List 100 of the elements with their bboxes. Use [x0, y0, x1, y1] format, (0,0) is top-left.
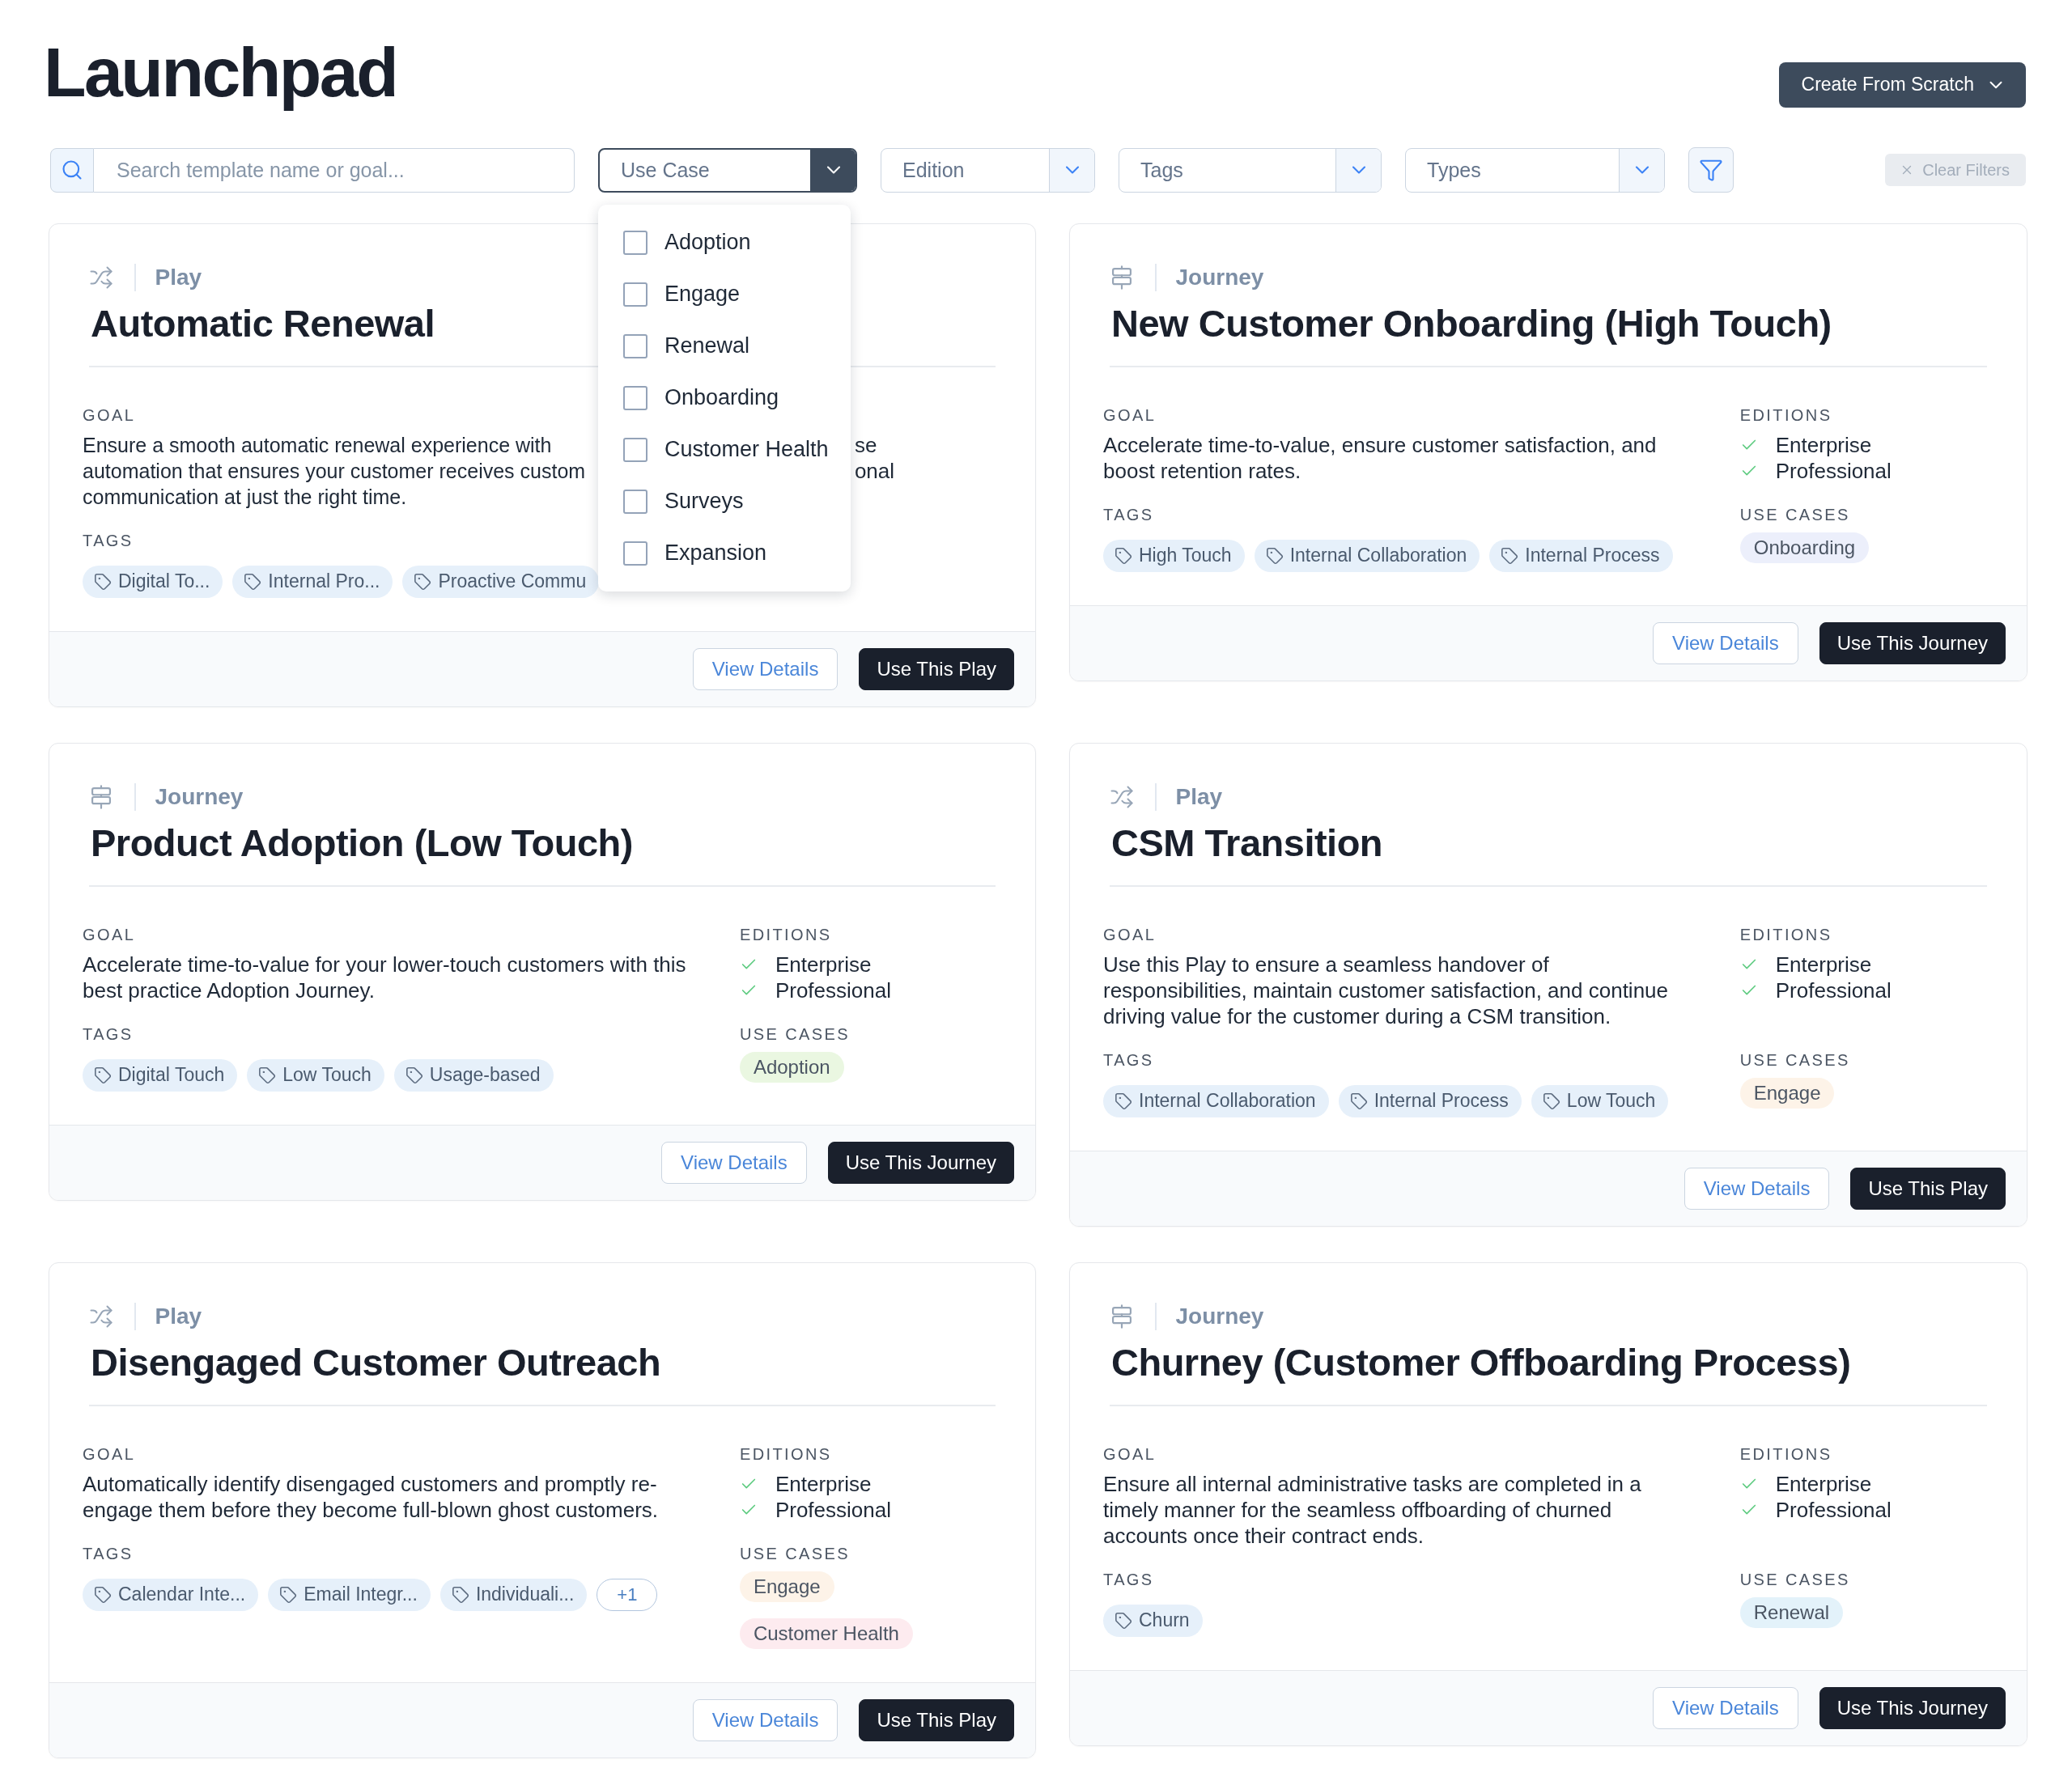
section-label: EDITIONS	[1739, 1444, 1832, 1464]
tag-icon	[451, 1585, 469, 1604]
tag-icon	[94, 1066, 112, 1084]
tag-label: Proactive Commu	[438, 570, 587, 593]
checkbox[interactable]	[623, 437, 648, 462]
filter-button[interactable]	[1688, 147, 1734, 193]
checkbox[interactable]	[623, 489, 648, 514]
section-label: GOAL	[83, 405, 136, 425]
shuffle-icon	[89, 265, 113, 290]
checkbox[interactable]	[623, 385, 648, 410]
more-count[interactable]: +1	[597, 1578, 658, 1611]
tag-label: Internal Pro...	[268, 570, 380, 593]
edition-name: Enterprise	[775, 1470, 872, 1497]
card-title: Disengaged Customer Outreach	[91, 1339, 661, 1385]
section-label: USE CASES	[1739, 1569, 1850, 1589]
checkbox[interactable]	[623, 282, 648, 307]
tag-icon	[244, 572, 262, 591]
tag-icon	[1349, 1092, 1368, 1110]
use-case-chip: Engage	[739, 1571, 834, 1602]
tag-label: Individuali...	[475, 1584, 575, 1606]
goal-text: Ensure all internal administrative tasks are completed in a timely manner for the seamless offboarding of churned accounts once their contract ends.	[1103, 1470, 1642, 1549]
menu-option[interactable]: Renewal	[598, 320, 851, 372]
edition-name: Enterprise	[1775, 1470, 1872, 1497]
section-label: USE CASES	[1739, 1049, 1850, 1070]
menu-option[interactable]: Onboarding	[598, 371, 851, 424]
tag-label: Low Touch	[282, 1064, 372, 1087]
tag-label: Calendar Inte...	[118, 1584, 246, 1606]
filter-select[interactable]: Edition	[881, 147, 1095, 193]
filter-select[interactable]: Use Case	[598, 147, 857, 193]
signpost-icon	[1110, 265, 1134, 290]
section-label: EDITIONS	[739, 1444, 832, 1464]
edition-name: Professional	[1775, 977, 1892, 1003]
tag-label: Email Integr...	[304, 1584, 418, 1606]
signpost-icon	[1110, 1304, 1134, 1329]
use-case-chip: Adoption	[739, 1051, 844, 1083]
section-label: TAGS	[83, 1543, 134, 1563]
page-title: Launchpad	[44, 32, 398, 112]
filter-select[interactable]: Tags	[1119, 147, 1382, 193]
tag-icon	[94, 1585, 112, 1604]
section-label: TAGS	[83, 1024, 134, 1044]
type-label: Journey	[1175, 264, 1264, 290]
search-field[interactable]: Search template name or goal...	[94, 147, 575, 193]
edition-name: Enterprise	[1775, 951, 1872, 977]
use-case-chip: Renewal	[1739, 1596, 1844, 1628]
primary-button[interactable]: Use This Play	[859, 647, 1014, 690]
edition-name: Professional	[775, 977, 891, 1003]
menu-option[interactable]: Customer Health	[598, 423, 851, 476]
section-label: TAGS	[1103, 504, 1154, 524]
shuffle-icon	[1110, 784, 1134, 809]
goal-text: Accelerate time-to-value, ensure customer satisfaction, and boost retention rates.	[1103, 431, 1658, 484]
tag-icon	[1115, 1092, 1132, 1110]
primary-button[interactable]: Use This Play	[859, 1698, 1014, 1741]
menu-option[interactable]: Engage	[598, 268, 851, 320]
filter-icon	[1699, 158, 1723, 183]
outline-button[interactable]: View Details	[692, 1698, 839, 1741]
primary-button[interactable]: Use This Play	[1850, 1167, 2006, 1210]
outline-button[interactable]: View Details	[1653, 621, 1798, 664]
primary-button[interactable]: Use This Journey	[1819, 1686, 2006, 1729]
tag-label: Churn	[1139, 1609, 1190, 1632]
use-case-chip: Customer Health	[739, 1618, 913, 1649]
tag-icon	[1115, 546, 1132, 565]
outline-button[interactable]: View Details	[661, 1141, 807, 1184]
tag-label: Internal Process	[1374, 1090, 1509, 1113]
primary-button[interactable]: Use This Journey	[827, 1141, 1014, 1184]
edition-name: se	[854, 431, 877, 458]
section-label: EDITIONS	[739, 924, 832, 944]
tag-label: Digital To...	[118, 570, 210, 593]
menu-option[interactable]: Expansion	[598, 527, 851, 579]
type-label: Journey	[1175, 1303, 1264, 1329]
chevron-down-icon	[1619, 148, 1664, 192]
section-label: TAGS	[83, 530, 134, 550]
tag-label: High Touch	[1139, 545, 1232, 567]
section-label: GOAL	[83, 924, 136, 944]
shuffle-icon	[89, 1304, 113, 1329]
type-label: Play	[1175, 783, 1223, 810]
outline-button[interactable]: View Details	[692, 647, 839, 690]
primary-button[interactable]: Use This Journey	[1819, 621, 2006, 664]
menu-option[interactable]: Surveys	[598, 475, 851, 528]
checkbox[interactable]	[623, 541, 648, 566]
tag-icon	[405, 1066, 423, 1084]
section-label: TAGS	[1103, 1049, 1154, 1070]
card-title: New Customer Onboarding (High Touch)	[1111, 300, 1832, 346]
tag-icon	[1265, 546, 1284, 565]
section-label: EDITIONS	[1739, 924, 1832, 944]
filter-select[interactable]: Types	[1405, 147, 1665, 193]
tag-icon	[1501, 546, 1519, 565]
outline-button[interactable]: View Details	[1653, 1686, 1798, 1729]
outline-button[interactable]: View Details	[1684, 1167, 1830, 1210]
tag-label: Digital Touch	[118, 1064, 225, 1087]
checkbox[interactable]	[623, 333, 648, 358]
goal-text: Ensure a smooth automatic renewal experience with automation that ensures your customer receives custom communication at just the right time.	[83, 432, 586, 510]
tag-icon	[94, 572, 112, 591]
menu-option[interactable]: Adoption	[598, 216, 851, 269]
tag-icon	[279, 1585, 298, 1604]
section-label: EDITIONS	[1739, 405, 1832, 425]
edition-name: Professional	[775, 1496, 891, 1523]
create-button[interactable]: Create From Scratch	[1778, 61, 2026, 108]
checkbox[interactable]	[623, 230, 648, 255]
section-label: GOAL	[83, 1444, 136, 1464]
signpost-icon	[89, 784, 113, 809]
